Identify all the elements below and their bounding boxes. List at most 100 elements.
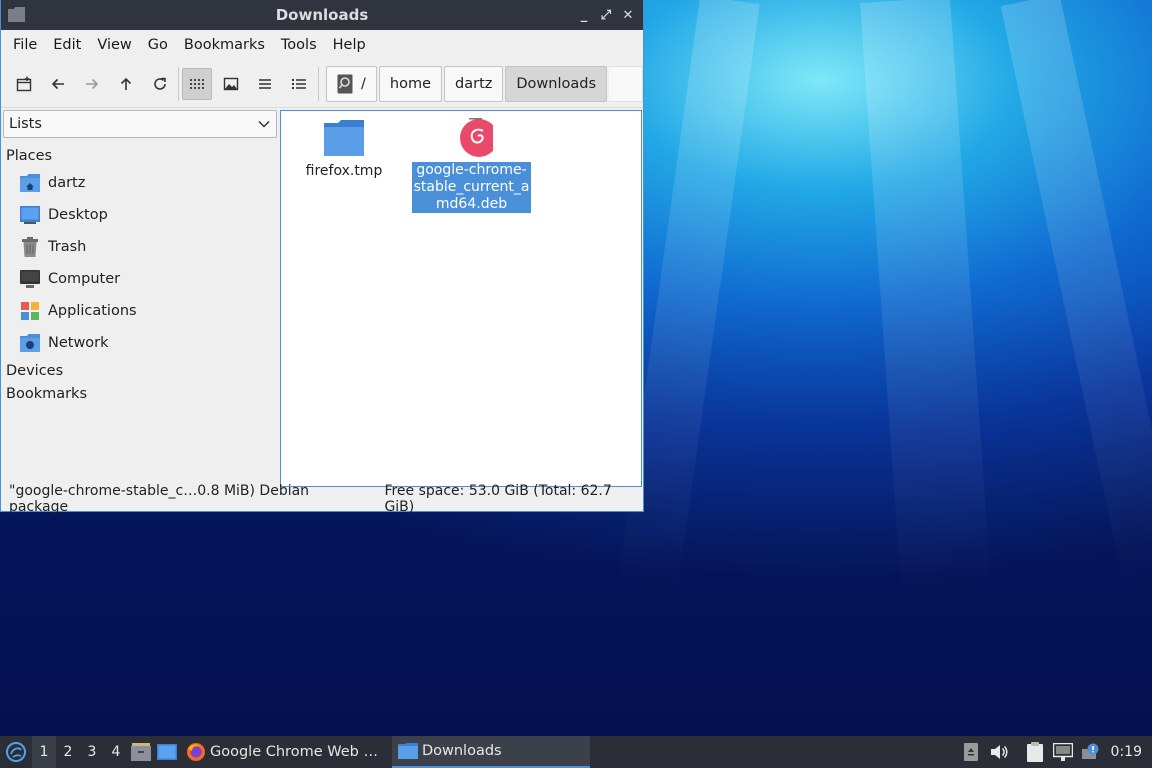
sidebar-item-label: Trash — [48, 239, 87, 255]
lubuntu-logo-icon — [6, 742, 26, 762]
menu-go[interactable]: Go — [140, 37, 176, 53]
info-alert-icon — [1081, 743, 1099, 759]
image-icon — [224, 77, 239, 90]
sidebar-section-places[interactable]: Places — [3, 144, 277, 167]
tray-network-button[interactable] — [1049, 736, 1077, 768]
window-folder-icon — [8, 7, 25, 22]
start-menu-button[interactable] — [0, 736, 32, 768]
menu-bookmarks[interactable]: Bookmarks — [176, 37, 273, 53]
file-view[interactable]: firefox.tmp google-chrome- stable_curren… — [280, 110, 642, 487]
back-button[interactable] — [43, 68, 73, 100]
file-name: firefox.tmp — [305, 163, 383, 179]
sidebar-item-dartz[interactable]: dartz — [3, 167, 277, 199]
arrow-right-icon — [85, 78, 98, 89]
path-dartz-button[interactable]: dartz — [444, 65, 504, 102]
file-cabinet-icon — [131, 743, 151, 761]
taskbar-clock[interactable]: 0:19 — [1105, 744, 1152, 760]
menu-help[interactable]: Help — [325, 37, 374, 53]
sidebar-item-label: Network — [48, 335, 109, 351]
window-title: Downloads — [275, 6, 369, 24]
arrow-up-icon — [120, 77, 131, 90]
desktop-icon — [19, 205, 41, 225]
menu-edit[interactable]: Edit — [45, 37, 89, 53]
reload-button[interactable] — [145, 68, 175, 100]
volume-icon — [990, 745, 1008, 759]
debian-package-icon — [459, 118, 493, 157]
file-item-google-chrome-deb[interactable]: google-chrome- stable_current_a md64.deb — [412, 118, 531, 213]
sidebar-item-label: Desktop — [48, 207, 108, 223]
side-pane-mode-select[interactable]: Lists — [3, 110, 277, 138]
path-root-label: / — [361, 75, 366, 92]
chevron-down-icon — [258, 120, 270, 128]
menu-bar: File Edit View Go Bookmarks Tools Help — [1, 30, 643, 60]
arrow-left-icon — [51, 78, 64, 89]
menu-tools[interactable]: Tools — [273, 37, 325, 53]
firefox-icon — [186, 742, 206, 762]
system-tray: 0:19 — [957, 736, 1152, 768]
applications-icon — [19, 301, 41, 321]
sidebar-section-devices[interactable]: Devices — [3, 359, 277, 382]
sidebar-item-label: Computer — [48, 271, 121, 287]
tray-volume-button[interactable] — [985, 736, 1013, 768]
reload-icon — [153, 77, 166, 90]
status-free-space: Free space: 53.0 GiB (Total: 62.7 GiB) — [384, 483, 612, 515]
new-tab-icon — [16, 76, 32, 91]
show-desktop-button[interactable] — [154, 736, 180, 768]
sidebar: Lists Places dartz Desktop Trash Compute… — [3, 110, 277, 486]
path-downloads-button[interactable]: Downloads — [505, 65, 608, 102]
task-label: Downloads — [421, 743, 502, 759]
file-name-line: md64.deb — [412, 196, 531, 213]
file-name-line: google-chrome- — [412, 162, 531, 179]
path-bar: / home dartz Downloads — [326, 65, 644, 102]
task-downloads[interactable]: Downloads — [391, 736, 590, 768]
path-home-button[interactable]: home — [378, 65, 443, 102]
thumbnail-view-button[interactable] — [216, 68, 246, 100]
sidebar-item-applications[interactable]: Applications — [3, 295, 277, 327]
tray-clipboard-button[interactable] — [1021, 736, 1049, 768]
toolbar-separator — [318, 66, 320, 101]
sidebar-item-desktop[interactable]: Desktop — [3, 199, 277, 231]
sidebar-item-network[interactable]: Network — [3, 327, 277, 359]
path-root-button[interactable]: / — [326, 65, 377, 102]
sidebar-item-computer[interactable]: Computer — [3, 263, 277, 295]
forward-button[interactable] — [77, 68, 107, 100]
status-bar: "google-chrome-stable_c…0.8 MiB) Debian … — [1, 483, 643, 515]
toolbar: / home dartz Downloads — [1, 60, 644, 108]
title-bar[interactable]: Downloads _ ⤢ ✕ — [1, 0, 643, 30]
sidebar-item-label: Applications — [48, 303, 137, 319]
close-button[interactable]: ✕ — [619, 6, 637, 24]
menu-file[interactable]: File — [5, 37, 45, 53]
detailed-list-view-button[interactable] — [284, 68, 314, 100]
network-icon — [19, 333, 41, 353]
workspace-4[interactable]: 4 — [104, 736, 128, 768]
taskbar: 1 2 3 4 Google Chrome Web … Downloads 0:… — [0, 736, 1152, 768]
menu-view[interactable]: View — [89, 37, 139, 53]
file-manager-launcher[interactable] — [128, 736, 154, 768]
network-wired-icon — [1052, 743, 1073, 761]
path-bar-fill — [609, 65, 644, 102]
icon-view-button[interactable] — [182, 67, 213, 100]
sidebar-section-bookmarks[interactable]: Bookmarks — [3, 382, 277, 405]
minimize-button[interactable]: _ — [575, 6, 593, 24]
workspace-1[interactable]: 1 — [32, 736, 56, 768]
side-pane-mode-value: Lists — [9, 116, 42, 132]
workspace-2[interactable]: 2 — [56, 736, 80, 768]
tray-notification-button[interactable] — [1077, 736, 1105, 768]
tray-disk-button[interactable] — [957, 736, 985, 768]
disk-search-icon — [337, 74, 353, 93]
compact-view-button[interactable] — [250, 68, 280, 100]
desktop-icon — [157, 744, 177, 760]
workspace-3[interactable]: 3 — [80, 736, 104, 768]
removable-drive-icon — [963, 743, 978, 761]
clipboard-icon — [1026, 742, 1043, 762]
file-item-firefox-tmp[interactable]: firefox.tmp — [299, 119, 389, 180]
compact-list-icon — [259, 78, 272, 89]
maximize-button[interactable]: ⤢ — [597, 6, 615, 24]
new-tab-button[interactable] — [9, 68, 39, 100]
up-button[interactable] — [111, 68, 141, 100]
task-label: Google Chrome Web … — [210, 744, 378, 760]
home-folder-icon — [19, 173, 41, 193]
task-google-chrome[interactable]: Google Chrome Web … — [180, 736, 384, 768]
toolbar-separator — [178, 66, 180, 101]
sidebar-item-trash[interactable]: Trash — [3, 231, 277, 263]
